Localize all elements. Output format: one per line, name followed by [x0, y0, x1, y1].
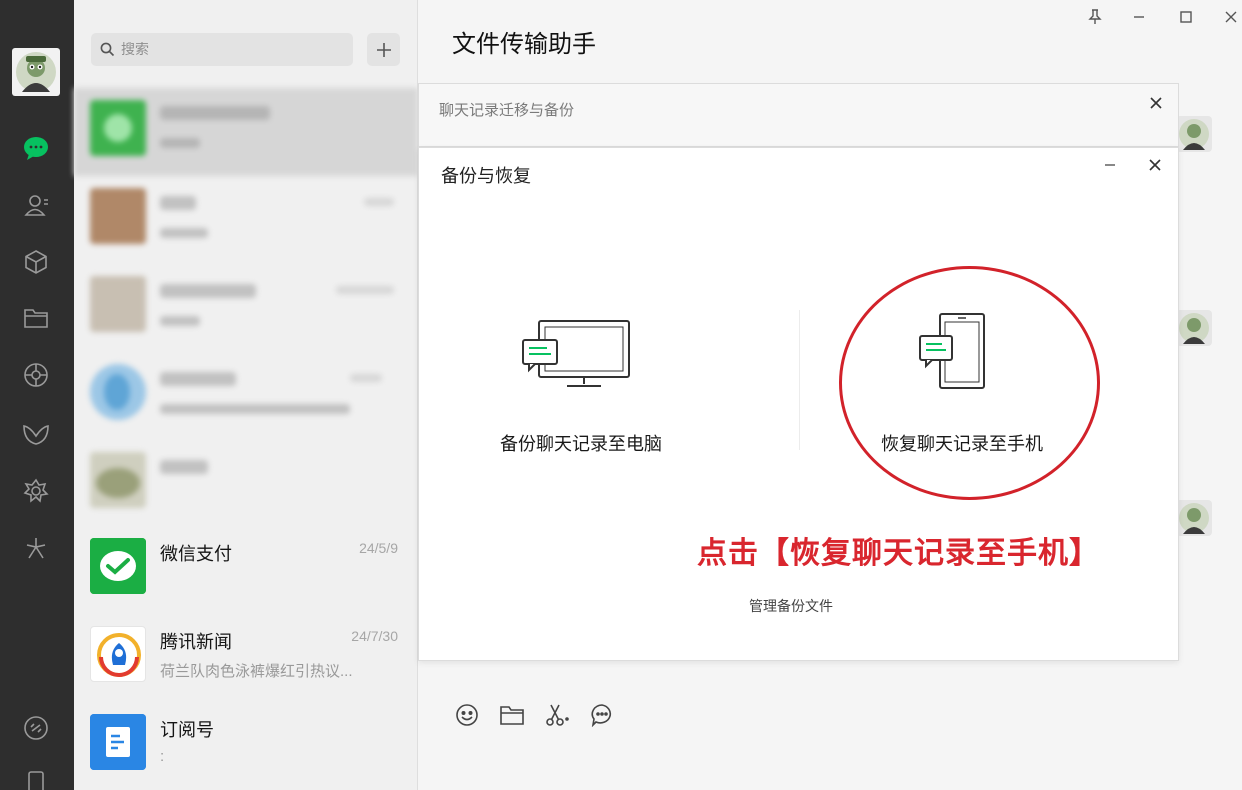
folder-icon[interactable] — [497, 700, 526, 729]
tencent-news-icon — [90, 626, 146, 682]
folder-icon[interactable] — [21, 303, 51, 333]
chat-history-icon[interactable] — [587, 700, 616, 729]
chat-preview: 荷兰队肉色泳裤爆红引热议... — [160, 663, 353, 680]
search-box[interactable] — [91, 33, 353, 66]
chat-list-pane: 微信支付 24/5/9 腾讯新闻 24/7/30 荷兰队肉色泳裤爆红引热议...… — [74, 0, 418, 790]
avatar[interactable] — [1176, 310, 1212, 346]
chat-name: 订阅号 — [160, 720, 214, 740]
close-icon[interactable] — [1145, 92, 1167, 114]
backup-to-pc-button[interactable]: 备份聊天记录至电脑 — [451, 308, 711, 458]
chat-icon[interactable] — [21, 133, 51, 163]
wechat-pay-icon — [90, 538, 146, 594]
chat-time: 24/7/30 — [351, 628, 398, 644]
list-item[interactable]: 订阅号 : — [74, 700, 418, 788]
manage-backup-files-link[interactable]: 管理备份文件 — [749, 596, 833, 616]
migrate-panel-title: 聊天记录迁移与备份 — [439, 101, 575, 119]
search-input[interactable] — [121, 41, 341, 58]
maximize-icon[interactable] — [1173, 4, 1199, 30]
user-avatar[interactable] — [12, 48, 60, 96]
avatar[interactable] — [1176, 116, 1212, 152]
backup-restore-dialog: 备份与恢复 备份聊天记录至电脑 恢复聊天记录至手机 点击【恢复聊天记录至手机】 — [418, 147, 1179, 661]
chat-toolbar — [452, 700, 616, 729]
contacts-icon[interactable] — [21, 190, 51, 220]
chat-title: 文件传输助手 — [452, 31, 596, 58]
mini-programs-icon[interactable] — [21, 533, 51, 563]
avatar[interactable] — [1176, 500, 1212, 536]
channels-icon[interactable] — [21, 420, 51, 450]
dialog-title: 备份与恢复 — [441, 166, 531, 187]
highlight-circle — [839, 266, 1100, 500]
backup-to-pc-label: 备份聊天记录至电脑 — [500, 434, 662, 455]
list-item[interactable]: 腾讯新闻 24/7/30 荷兰队肉色泳裤爆红引热议... — [74, 612, 418, 700]
annotation-text: 点击【恢复聊天记录至手机】 — [697, 536, 1100, 571]
dialog-minimize-icon[interactable] — [1099, 154, 1121, 176]
migrate-panel: 聊天记录迁移与备份 — [418, 83, 1179, 147]
collect-icon[interactable] — [21, 247, 51, 277]
nav-rail — [0, 0, 74, 790]
list-item[interactable]: 微信支付 24/5/9 — [74, 524, 418, 612]
chat-time: 24/5/9 — [359, 540, 398, 556]
chat-name: 微信支付 — [160, 544, 232, 564]
search-mini-icon[interactable] — [21, 476, 51, 506]
close-icon[interactable] — [1144, 154, 1166, 176]
chat-name: 腾讯新闻 — [160, 632, 232, 652]
option-divider — [799, 310, 800, 450]
blurred-chat-items — [74, 88, 418, 524]
scissors-icon[interactable] — [542, 700, 571, 729]
phone-icon[interactable] — [21, 766, 51, 790]
chat-preview: : — [160, 748, 165, 765]
plus-icon — [376, 42, 391, 57]
search-icon — [100, 42, 115, 57]
add-button[interactable] — [367, 33, 400, 66]
pc-icon — [522, 320, 630, 387]
close-window-icon[interactable] — [1218, 4, 1242, 30]
subscriptions-icon — [90, 714, 146, 770]
emoji-icon[interactable] — [452, 700, 481, 729]
moments-icon[interactable] — [21, 360, 51, 390]
minimize-icon[interactable] — [1126, 4, 1152, 30]
link-icon[interactable] — [21, 713, 51, 743]
pin-icon[interactable] — [1082, 4, 1108, 30]
